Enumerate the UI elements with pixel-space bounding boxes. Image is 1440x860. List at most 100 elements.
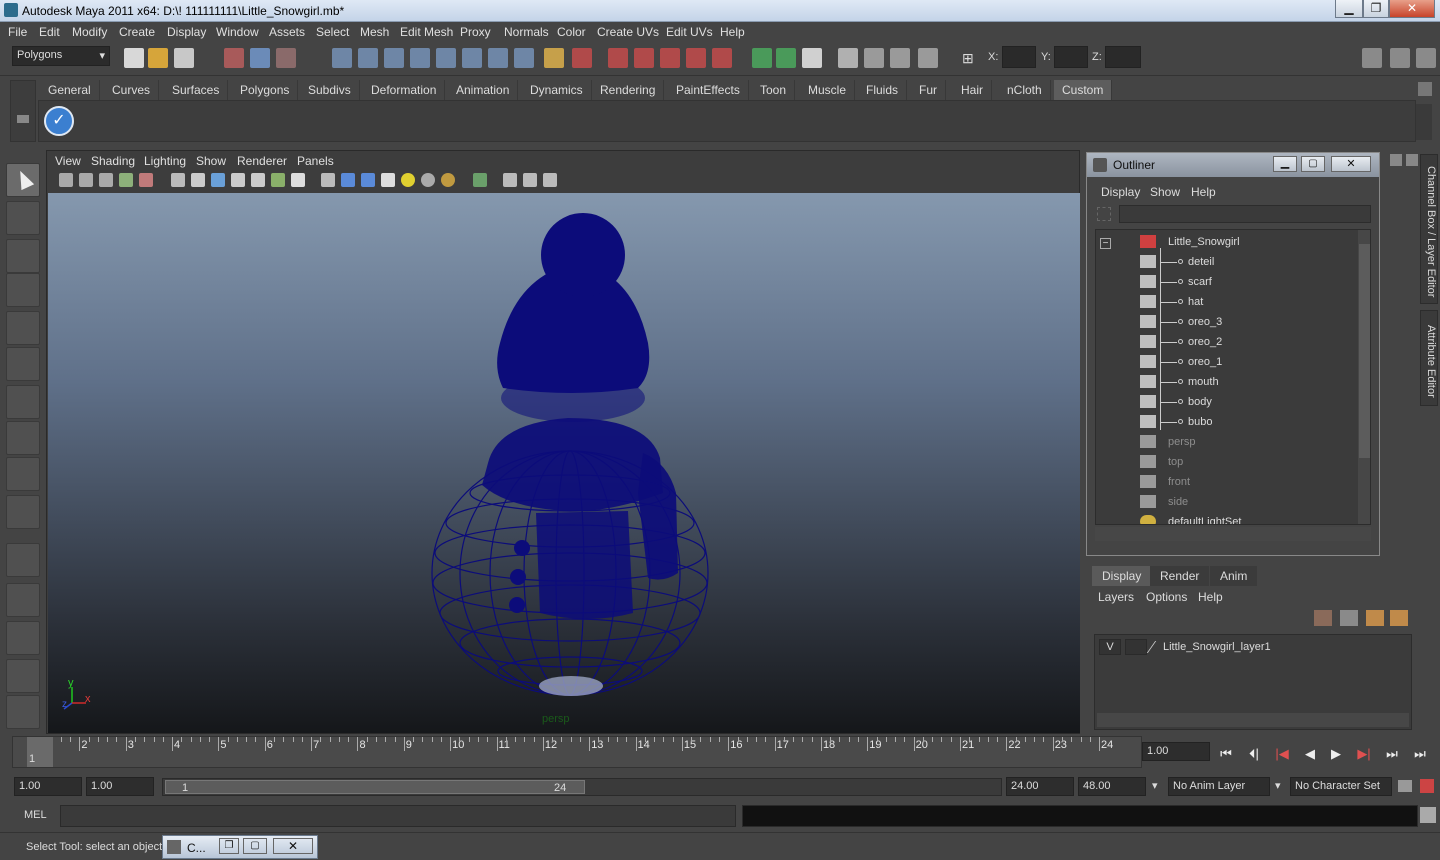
two-d-pan-icon[interactable]	[139, 173, 153, 187]
layer-tab-display[interactable]: Display	[1092, 566, 1152, 586]
minimized-window[interactable]: C... ❐ ▢ ✕	[162, 835, 318, 859]
lock-icon[interactable]	[544, 48, 564, 68]
xray-components-icon[interactable]	[543, 173, 557, 187]
construction-history-icon[interactable]	[488, 48, 508, 68]
menu-create[interactable]: Create	[119, 25, 155, 39]
minimize-button[interactable]: ▁	[1335, 0, 1363, 18]
animation-end-field[interactable]: 48.00	[1078, 777, 1146, 796]
film-gate-icon[interactable]	[191, 173, 205, 187]
shadows-icon[interactable]	[421, 173, 435, 187]
menu-color[interactable]: Color	[557, 25, 586, 39]
animation-start-field[interactable]: 1.00	[14, 777, 82, 796]
lasso-tool-icon[interactable]	[6, 201, 40, 235]
chevron-down-icon[interactable]: ▾	[1275, 779, 1281, 792]
resolution-gate-icon[interactable]	[211, 173, 225, 187]
viewport-menu-renderer[interactable]: Renderer	[237, 154, 287, 168]
four-view-layout-icon[interactable]	[6, 583, 40, 617]
menu-modify[interactable]: Modify	[72, 25, 107, 39]
shelf-tab-animation[interactable]: Animation	[448, 80, 519, 100]
show-manipulator-icon[interactable]	[6, 457, 40, 491]
playback-end-field[interactable]: 24.00	[1006, 777, 1074, 796]
channel-toggle-icon[interactable]	[776, 48, 796, 68]
render-settings-icon[interactable]	[660, 48, 680, 68]
shelf-tab-general[interactable]: General	[40, 80, 100, 100]
shelf-tab-surfaces[interactable]: Surfaces	[164, 80, 229, 100]
gate-mask-icon[interactable]	[231, 173, 245, 187]
range-slider-handle[interactable]: 1 24	[165, 780, 585, 794]
render-frame-icon[interactable]	[608, 48, 628, 68]
menu-display[interactable]: Display	[167, 25, 206, 39]
move-tool-icon[interactable]	[6, 273, 40, 307]
outliner-row-lightset[interactable]: defaultLightSet	[1096, 512, 1354, 524]
tab-channel-box[interactable]: Channel Box / Layer Editor	[1420, 154, 1438, 304]
input-ops-icon[interactable]	[572, 48, 592, 68]
outliner-row-oreo_2[interactable]: oreo_2	[1096, 332, 1354, 352]
shelf-tab-hair[interactable]: Hair	[953, 80, 993, 100]
shelf-tab-fur[interactable]: Fur	[911, 80, 946, 100]
scale-tool-icon[interactable]	[6, 347, 40, 381]
shelf-tab-painteffects[interactable]: PaintEffects	[668, 80, 749, 100]
outliner-row-side[interactable]: side	[1096, 492, 1354, 512]
grid-toggle-icon[interactable]	[171, 173, 185, 187]
shelf-tab-fluids[interactable]: Fluids	[858, 80, 908, 100]
history-icon[interactable]	[462, 48, 482, 68]
image-plane-icon[interactable]	[119, 173, 133, 187]
menu-select[interactable]: Select	[316, 25, 349, 39]
viewport-menu-show[interactable]: Show	[196, 154, 226, 168]
step-back-frame-icon[interactable]: |◀	[1272, 744, 1292, 764]
play-forward-icon[interactable]: ▶	[1326, 744, 1346, 764]
viewport-menu-panels[interactable]: Panels	[297, 154, 334, 168]
select-tool-icon[interactable]	[6, 163, 40, 197]
save-scene-icon[interactable]	[174, 48, 194, 68]
outliner-row-bubo[interactable]: bubo	[1096, 412, 1354, 432]
safe-title-icon[interactable]	[291, 173, 305, 187]
camera-attributes-icon[interactable]	[79, 173, 93, 187]
select-component-icon[interactable]	[276, 48, 296, 68]
outliner-hscrollbar[interactable]	[1095, 527, 1371, 541]
single-perspective-layout-icon[interactable]	[6, 543, 40, 577]
paint-select-tool-icon[interactable]	[6, 239, 40, 273]
menu-window[interactable]: Window	[216, 25, 259, 39]
x-input[interactable]	[1002, 46, 1036, 68]
step-back-key-icon[interactable]: ⏴|	[1244, 744, 1264, 764]
wireframe-shading-icon[interactable]	[321, 173, 335, 187]
high-quality-icon[interactable]	[441, 173, 455, 187]
go-to-end-icon[interactable]: ⏭	[1410, 744, 1430, 764]
z-input[interactable]	[1105, 46, 1141, 68]
outliner-menu-display[interactable]: Display	[1101, 185, 1140, 199]
menu-assets[interactable]: Assets	[269, 25, 305, 39]
shelf-tab-toon[interactable]: Toon	[752, 80, 796, 100]
outliner-row-deteil[interactable]: deteil	[1096, 252, 1354, 272]
viewport-menu-view[interactable]: View	[55, 154, 81, 168]
select-hierarchy-icon[interactable]	[224, 48, 244, 68]
universal-manipulator-icon[interactable]	[6, 385, 40, 419]
transform-mode-icon[interactable]: ⊞	[962, 50, 974, 67]
channel-box-toggle-icon[interactable]	[1416, 48, 1436, 68]
hypergraph-layout-icon[interactable]	[6, 695, 40, 729]
clipboard-icon[interactable]	[802, 48, 822, 68]
step-forward-key-icon[interactable]: ⏭	[1382, 744, 1402, 764]
maximize-button[interactable]: ❐	[1363, 0, 1389, 18]
menu-edit-uvs[interactable]: Edit UVs	[666, 25, 713, 39]
outliner-row-hat[interactable]: hat	[1096, 292, 1354, 312]
command-input[interactable]	[60, 805, 736, 827]
trash-icon[interactable]	[1418, 82, 1432, 96]
camera-icon[interactable]	[838, 48, 858, 68]
dock-close-icon[interactable]	[1406, 154, 1418, 166]
shelf-tab-subdivs[interactable]: Subdivs	[300, 80, 360, 100]
shelf-tab-deformation[interactable]: Deformation	[363, 80, 446, 100]
attribute-editor-toggle-icon[interactable]	[1362, 48, 1382, 68]
menu-proxy[interactable]: Proxy	[460, 25, 491, 39]
viewport-menu-lighting[interactable]: Lighting	[144, 154, 186, 168]
menu-help[interactable]: Help	[720, 25, 745, 39]
perspective-viewport[interactable]: y x z persp	[48, 193, 1080, 733]
particles-icon[interactable]	[918, 48, 938, 68]
use-all-lights-icon[interactable]	[401, 173, 415, 187]
isolate-select-icon[interactable]	[473, 173, 487, 187]
wireframe-on-shaded-icon[interactable]	[361, 173, 375, 187]
textured-icon[interactable]	[381, 173, 395, 187]
menu-mesh[interactable]: Mesh	[360, 25, 389, 39]
bookmark-icon[interactable]	[99, 173, 113, 187]
outliner-row-front[interactable]: front	[1096, 472, 1354, 492]
restore-icon[interactable]: ❐	[219, 838, 239, 854]
